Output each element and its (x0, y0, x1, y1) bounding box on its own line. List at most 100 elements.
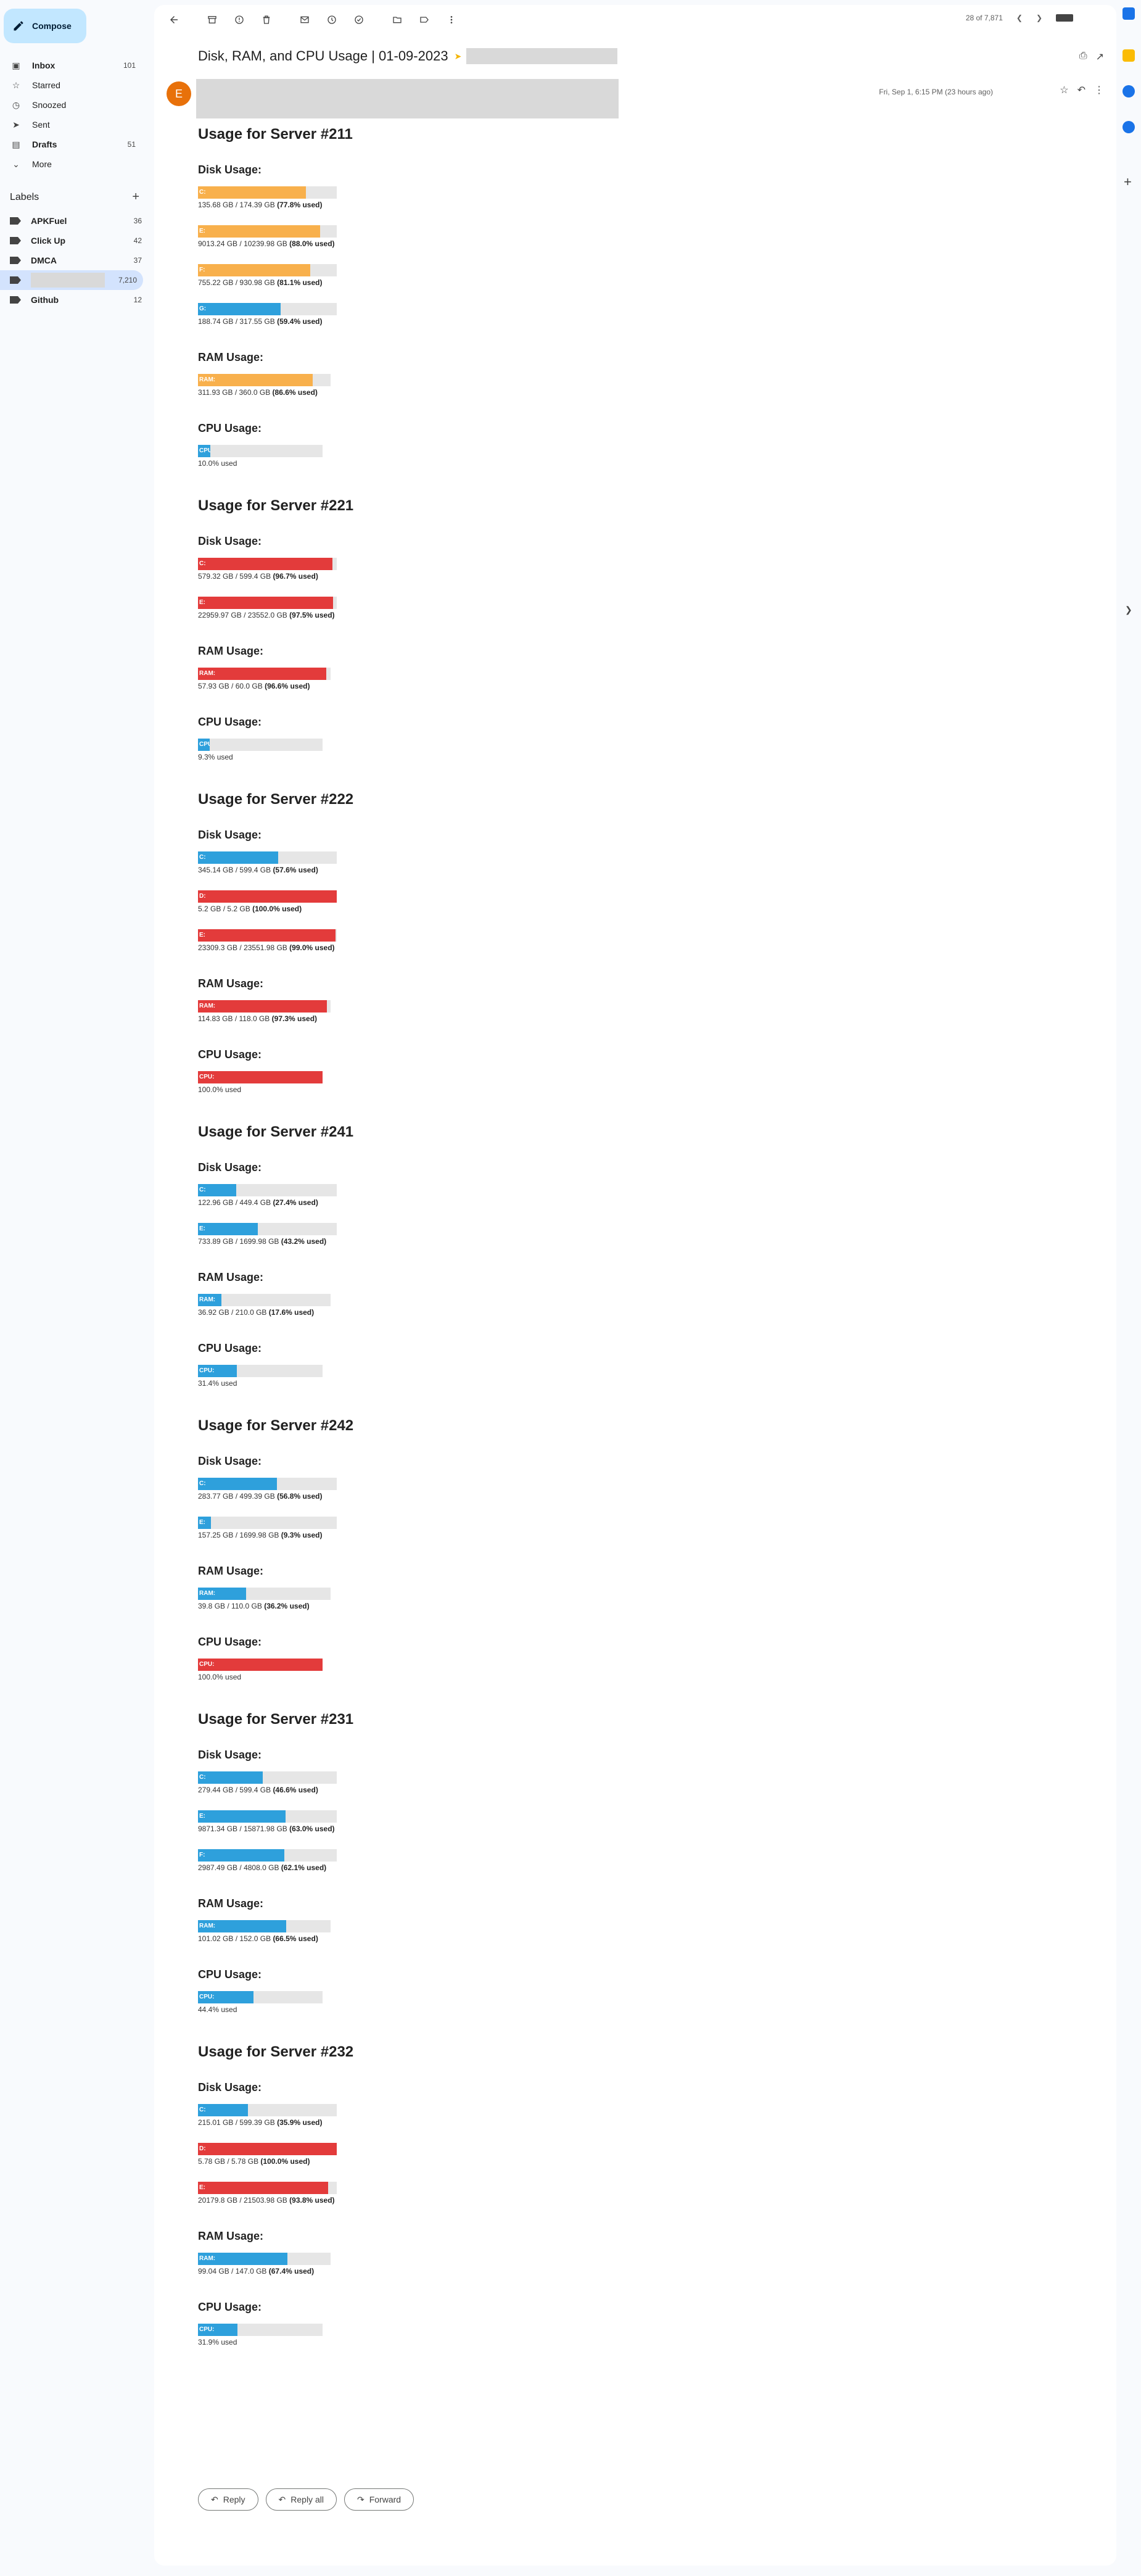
contacts-icon[interactable] (1122, 121, 1135, 133)
pct-used: (56.8% used) (277, 1492, 323, 1501)
nav-item-inbox[interactable]: ▣ Inbox 101 (0, 56, 148, 75)
add-task-icon[interactable] (349, 10, 369, 30)
cpu-usage-heading: CPU Usage: (198, 1636, 262, 1648)
input-tools-icon[interactable] (1056, 14, 1073, 22)
important-marker-icon[interactable]: ➤ (455, 51, 462, 62)
bar-track: F: (198, 264, 337, 276)
email-subject: Disk, RAM, and CPU Usage | 01-09-2023 (198, 48, 448, 64)
bar-track: C: (198, 2104, 337, 2116)
label-name: DMCA (31, 255, 57, 265)
pct-used: (81.1% used) (277, 278, 323, 287)
usage-text: 10.0% used (198, 459, 753, 468)
keep-icon[interactable] (1122, 49, 1135, 62)
mark-unread-icon[interactable] (295, 10, 315, 30)
compose-button[interactable]: Compose (4, 9, 86, 43)
bar-label: RAM: (199, 2255, 216, 2262)
bar-label: E: (199, 599, 205, 606)
label-icon[interactable] (414, 10, 434, 30)
cpu-pct: 100.0% (198, 1673, 223, 1681)
pct-used: (96.6% used) (265, 682, 310, 690)
label-item[interactable]: DMCA 37 (0, 251, 148, 270)
nav-item-snoozed[interactable]: ◷ Snoozed (0, 95, 148, 115)
nav-item-more[interactable]: ⌄ More (0, 154, 148, 174)
usage-bar: G: 188.74 GB / 317.55 GB (59.4% used) (198, 303, 753, 342)
bar-track: RAM: (198, 668, 331, 680)
bar-label: E: (199, 228, 205, 234)
label-count: 37 (133, 256, 142, 265)
nav-label: Snoozed (32, 100, 67, 110)
reply-all-button[interactable]: ↶ Reply all (265, 2488, 337, 2511)
total-amount: 23551.98 GB (244, 943, 287, 952)
total-amount: 599.4 GB (239, 1786, 271, 1794)
cpu-usage-bar: CPU: 44.4% used (198, 1991, 753, 2030)
cpu-usage-bar: CPU: 100.0% used (198, 1659, 753, 1697)
star-icon[interactable]: ☆ (1060, 84, 1068, 96)
nav-item-starred[interactable]: ☆ Starred (0, 75, 148, 95)
bar-track: D: (198, 890, 337, 903)
nav-item-drafts[interactable]: ▤ Drafts 51 (0, 135, 148, 154)
bar-label: G: (199, 305, 207, 312)
bar-fill: C: (198, 558, 332, 570)
report-spam-icon[interactable] (229, 10, 249, 30)
print-icon[interactable]: ⎙ (1079, 51, 1087, 63)
server-section: Usage for Server #221 Disk Usage: C: 579.32… (198, 494, 753, 787)
total-amount: 499.39 GB (239, 1492, 275, 1501)
bar-fill: C: (198, 186, 307, 199)
nav-item-sent[interactable]: ➤ Sent (0, 115, 148, 135)
total-amount: 4808.0 GB (244, 1863, 279, 1872)
bar-label: C: (199, 189, 206, 196)
more-vert-icon[interactable] (442, 10, 461, 30)
add-label-icon[interactable]: + (132, 190, 139, 204)
bar-track: RAM: (198, 374, 331, 386)
used-suffix: used (302, 201, 320, 209)
reply-button[interactable]: ↶ Reply (198, 2488, 258, 2511)
total-amount: 599.39 GB (239, 2118, 275, 2127)
show-side-panel-icon[interactable]: ❯ (1125, 605, 1132, 615)
reply-icon[interactable]: ↶ (1077, 84, 1085, 96)
label-item[interactable]: 7,210 (0, 270, 143, 290)
cpu-usage-heading: CPU Usage: (198, 1342, 262, 1354)
usage-text: 44.4% used (198, 2005, 753, 2014)
usage-text: 755.22 GB / 930.98 GB (81.1% used) (198, 278, 323, 287)
pct-used: (63.0% used) (289, 1824, 335, 1833)
newer-icon[interactable]: ❮ (1016, 14, 1023, 22)
usage-text: 9871.34 GB / 15871.98 GB (63.0% used) (198, 1824, 335, 1833)
open-new-window-icon[interactable]: ↗ (1096, 51, 1104, 63)
disk-usage-heading: Disk Usage: (198, 1161, 262, 1174)
toolbar: 28 of 7,871 ❮ ❯ (154, 5, 1116, 35)
label-item[interactable]: APKFuel 36 (0, 211, 148, 231)
label-count: 7,210 (118, 276, 137, 284)
pct-used: (96.7% used) (273, 572, 318, 581)
bar-track: C: (198, 186, 337, 199)
usage-text: 114.83 GB / 118.0 GB (97.3% used) (198, 1014, 318, 1023)
calendar-icon[interactable] (1122, 7, 1135, 20)
older-icon[interactable]: ❯ (1036, 14, 1042, 22)
delete-icon[interactable] (257, 10, 276, 30)
server-title: Usage for Server #232 (198, 2044, 354, 2060)
label-item[interactable]: Github 12 (0, 290, 148, 310)
snooze-icon[interactable] (322, 10, 342, 30)
tasks-icon[interactable] (1122, 85, 1135, 97)
reply-icon: ↶ (211, 2494, 218, 2504)
used-suffix: used (290, 2157, 308, 2166)
server-title: Usage for Server #241 (198, 1124, 354, 1140)
used-suffix: used (221, 1379, 237, 1388)
used-suffix: used (315, 239, 332, 248)
forward-button[interactable]: ↷ Forward (344, 2488, 414, 2511)
label-item[interactable]: Click Up 42 (0, 231, 148, 251)
usage-text: 5.78 GB / 5.78 GB (100.0% used) (198, 2157, 310, 2166)
used-suffix: used (225, 1673, 242, 1681)
usage-text: 39.8 GB / 110.0 GB (36.2% used) (198, 1602, 310, 1610)
more-vert-icon[interactable]: ⋮ (1094, 84, 1104, 96)
bar-label: E: (199, 1519, 205, 1526)
get-addons-icon[interactable]: + (1124, 174, 1132, 190)
usage-text: 57.93 GB / 60.0 GB (96.6% used) (198, 682, 310, 690)
bar-fill: E: (198, 929, 336, 942)
archive-icon[interactable] (202, 10, 222, 30)
cpu-pct: 31.9% (198, 2338, 220, 2346)
move-to-icon[interactable] (387, 10, 407, 30)
usage-bar: C: 579.32 GB / 599.4 GB (96.7% used) (198, 558, 753, 597)
nav-label: Sent (32, 120, 50, 130)
back-icon[interactable] (164, 10, 184, 30)
usage-bar: RAM: 101.02 GB / 152.0 GB (66.5% used) (198, 1920, 753, 1959)
